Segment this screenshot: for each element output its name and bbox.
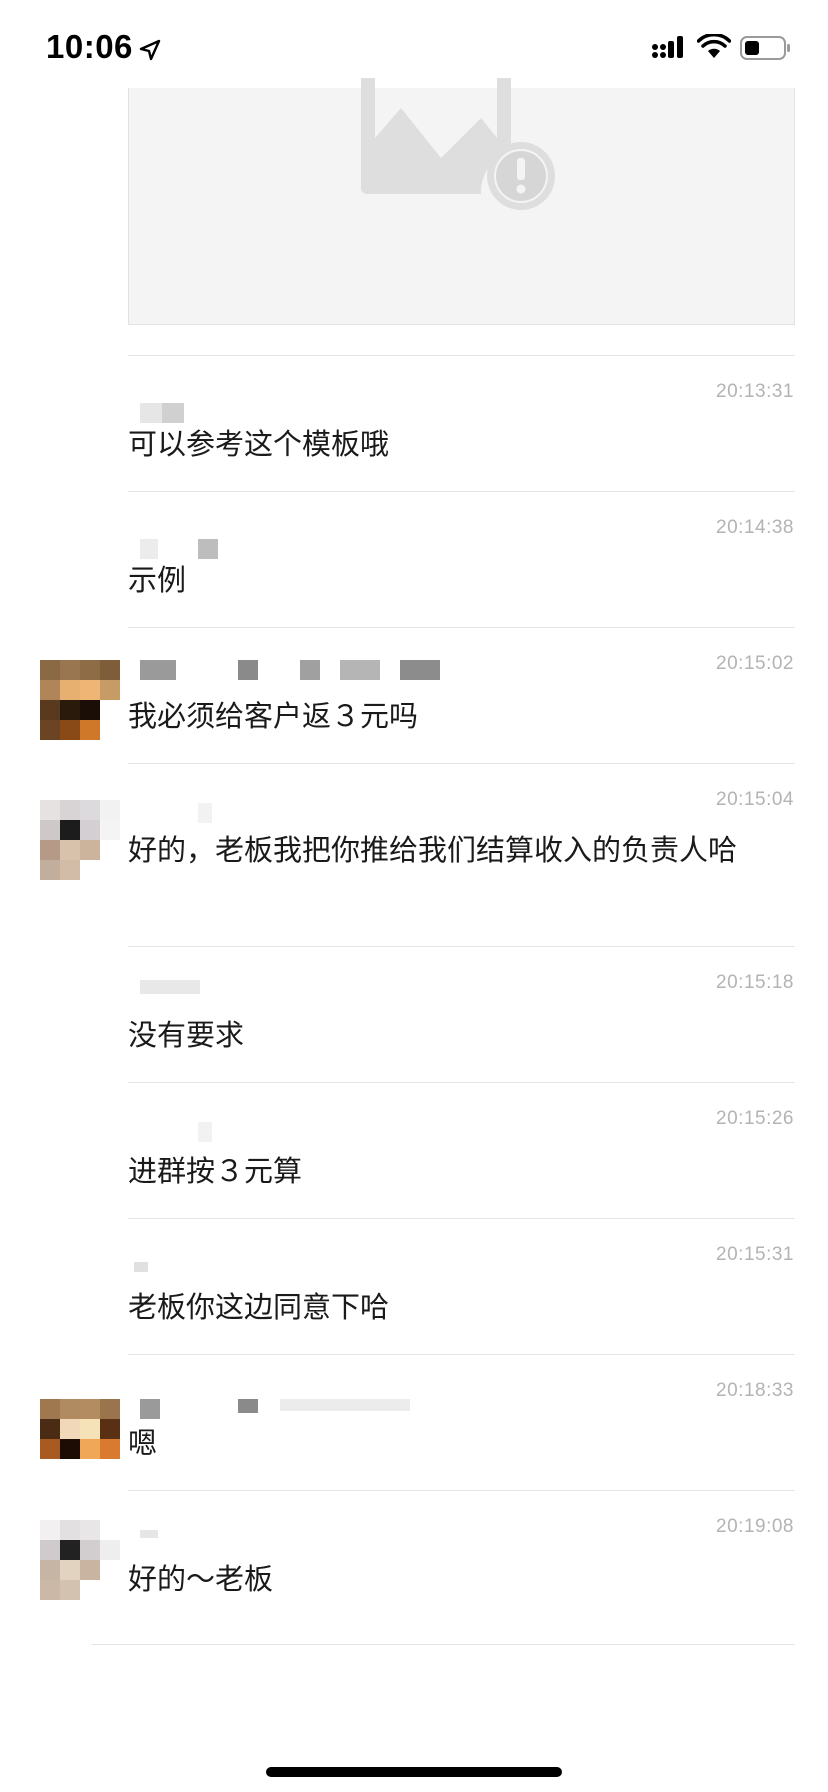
status-time: 10:06 <box>46 28 133 65</box>
status-bar: 10:06 <box>0 0 828 88</box>
message-item[interactable]: 20:15:31 老板你这边同意下哈 <box>0 1218 828 1354</box>
message-text: 好的～老板 <box>128 1562 274 1596</box>
message-time: 20:13:31 <box>716 381 794 402</box>
broken-image-icon <box>361 78 555 210</box>
divider <box>92 1644 795 1645</box>
message-time: 20:15:04 <box>716 789 794 810</box>
home-indicator[interactable] <box>266 1767 562 1777</box>
message-item[interactable]: 20:15:26 进群按３元算 <box>0 1082 828 1218</box>
avatar[interactable] <box>40 1520 120 1600</box>
divider <box>128 1218 795 1219</box>
sender-name-redacted <box>128 980 528 1000</box>
message-text: 我必须给客户返３元吗 <box>128 699 419 733</box>
cellular-signal-icon <box>652 36 683 58</box>
message-item[interactable]: 20:15:02 我必须给客户返３元吗 <box>0 627 828 763</box>
divider <box>128 1354 795 1355</box>
divider <box>128 1490 795 1491</box>
message-item[interactable]: 20:15:18 没有要求 <box>0 946 828 1082</box>
message-item[interactable]: 20:15:04 好的，老板我把你推给我们结算收入的负责人哈 <box>0 763 828 946</box>
message-item[interactable]: 20:14:38 示例 <box>0 491 828 627</box>
sender-name-redacted <box>128 1122 528 1142</box>
sender-name-redacted <box>128 1530 528 1550</box>
message-time: 20:15:18 <box>716 972 794 993</box>
avatar[interactable] <box>40 660 120 740</box>
avatar[interactable] <box>40 1399 120 1479</box>
divider <box>128 627 795 628</box>
image-attachment[interactable] <box>128 78 795 325</box>
sender-name-redacted <box>128 1262 528 1282</box>
message-time: 20:15:31 <box>716 1244 794 1265</box>
message-text: 可以参考这个模板哦 <box>128 427 390 461</box>
message-item[interactable]: 20:13:31 可以参考这个模板哦 <box>0 355 828 491</box>
message-item[interactable]: 20:18:33 嗯 <box>0 1354 828 1490</box>
message-text: 没有要求 <box>128 1018 245 1052</box>
sender-name-redacted <box>128 539 528 559</box>
sender-name-redacted <box>128 403 528 423</box>
sender-name-redacted <box>128 803 528 823</box>
divider <box>128 763 795 764</box>
sender-name-redacted <box>128 1399 528 1419</box>
message-time: 20:19:08 <box>716 1516 794 1537</box>
avatar[interactable] <box>40 800 120 880</box>
wifi-icon <box>697 34 731 58</box>
message-time: 20:15:26 <box>716 1108 794 1129</box>
divider <box>128 491 795 492</box>
message-text: 示例 <box>128 563 187 597</box>
message-item[interactable]: 20:19:08 好的～老板 <box>0 1490 828 1644</box>
message-text: 进群按３元算 <box>128 1154 303 1188</box>
message-text: 嗯 <box>128 1426 158 1460</box>
divider <box>128 946 795 947</box>
message-time: 20:14:38 <box>716 517 794 538</box>
message-text: 老板你这边同意下哈 <box>128 1290 390 1324</box>
message-time: 20:18:33 <box>716 1380 794 1401</box>
divider <box>128 355 795 356</box>
sender-name-redacted <box>128 660 528 680</box>
message-text: 好的，老板我把你推给我们结算收入的负责人哈 <box>128 833 738 867</box>
message-time: 20:15:02 <box>716 653 794 674</box>
location-arrow-icon <box>139 39 161 61</box>
divider <box>128 1082 795 1083</box>
battery-icon <box>740 36 790 60</box>
